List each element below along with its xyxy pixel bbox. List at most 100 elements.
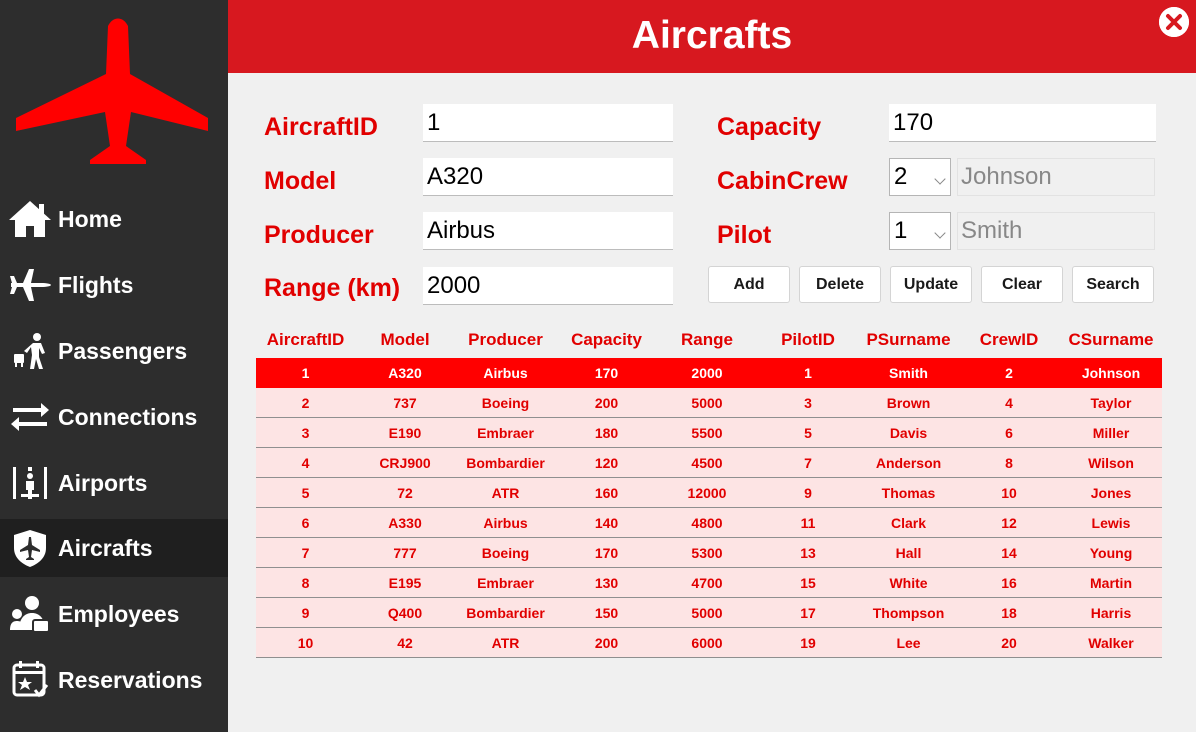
table-row[interactable]: 6 A330 Airbus 140 4800 11 Clark 12 Lewis	[256, 507, 1162, 538]
page-title: Aircrafts	[631, 14, 793, 57]
page-header: Aircrafts	[228, 0, 1196, 73]
table-cell: 1	[757, 358, 859, 388]
aircraft-shield-icon	[4, 527, 56, 569]
table-row[interactable]: 5 72 ATR 160 12000 9 Thomas 10 Jones	[256, 477, 1162, 508]
table-cell: Davis	[859, 417, 958, 448]
cabincrew-select-value: 2	[894, 163, 908, 190]
table-cell: Q400	[355, 597, 455, 628]
table-cell: Bombardier	[455, 447, 556, 478]
table-cell: 160	[556, 477, 657, 508]
table-cell: 7	[757, 447, 859, 478]
table-row[interactable]: 3 E190 Embraer 180 5500 5 Davis 6 Miller	[256, 417, 1162, 448]
cabincrew-select[interactable]: 2	[889, 158, 951, 196]
table-cell: 4	[256, 447, 355, 478]
table-cell: Lee	[859, 627, 958, 658]
table-cell: 9	[256, 597, 355, 628]
table-row[interactable]: 1 A320 Airbus 170 2000 1 Smith 2 Johnson	[256, 358, 1162, 388]
sidebar-item-label: Connections	[58, 403, 198, 430]
table-row[interactable]: 2 737 Boeing 200 5000 3 Brown 4 Taylor	[256, 387, 1162, 418]
table-cell: Brown	[859, 387, 958, 418]
model-input[interactable]	[423, 158, 673, 196]
producer-input[interactable]	[423, 212, 673, 250]
capacity-input[interactable]	[889, 104, 1156, 142]
table-cell: 42	[355, 627, 455, 658]
add-button[interactable]: Add	[708, 266, 790, 303]
table-row[interactable]: 8 E195 Embraer 130 4700 15 White 16 Martin	[256, 567, 1162, 598]
table-cell: 9	[757, 477, 859, 508]
table-cell: 16	[958, 567, 1060, 598]
range-label: Range (km)	[264, 274, 401, 302]
table-cell: 6000	[657, 627, 757, 658]
airplane-logo-icon	[16, 18, 208, 164]
pilot-select[interactable]: 1	[889, 212, 951, 250]
table-cell: 12000	[657, 477, 757, 508]
table-cell: 4700	[657, 567, 757, 598]
table-cell: ATR	[455, 627, 556, 658]
column-header[interactable]: Capacity	[556, 322, 657, 358]
pilot-select-value: 1	[894, 217, 908, 244]
table-cell: Thompson	[859, 597, 958, 628]
table-cell: 1	[256, 358, 355, 388]
range-input[interactable]	[423, 267, 673, 305]
close-button[interactable]	[1159, 7, 1189, 37]
sidebar-item-label: Home	[58, 205, 122, 232]
update-button[interactable]: Update	[890, 266, 972, 303]
sidebar-item-employees[interactable]: Employees	[0, 585, 228, 643]
column-header[interactable]: Range	[657, 322, 757, 358]
table-cell: Young	[1060, 537, 1162, 568]
sidebar-item-flights[interactable]: Flights	[0, 256, 228, 314]
table-cell: Anderson	[859, 447, 958, 478]
table-cell: Smith	[859, 358, 958, 388]
table-row[interactable]: 9 Q400 Bombardier 150 5000 17 Thompson 18 Harris	[256, 597, 1162, 628]
sidebar-item-passengers[interactable]: Passengers	[0, 322, 228, 380]
table-cell: 3	[256, 417, 355, 448]
producer-label: Producer	[264, 221, 374, 249]
search-button[interactable]: Search	[1072, 266, 1154, 303]
table-cell: Harris	[1060, 597, 1162, 628]
table-cell: 6	[958, 417, 1060, 448]
sidebar-item-home[interactable]: Home	[0, 190, 228, 248]
table-cell: 7	[256, 537, 355, 568]
table-cell: Miller	[1060, 417, 1162, 448]
column-header[interactable]: CrewID	[958, 322, 1060, 358]
table-cell: 17	[757, 597, 859, 628]
delete-button[interactable]: Delete	[799, 266, 881, 303]
sidebar-item-label: Employees	[58, 600, 180, 627]
table-header-row: AircraftID Model Producer Capacity Range…	[256, 322, 1162, 358]
pilot-name-field: Smith	[957, 212, 1155, 250]
table-cell: 13	[757, 537, 859, 568]
table-cell: CRJ900	[355, 447, 455, 478]
employees-icon	[4, 593, 56, 635]
table-cell: 5	[757, 417, 859, 448]
close-icon	[1159, 7, 1189, 37]
pilot-label: Pilot	[717, 221, 772, 249]
sidebar-item-connections[interactable]: Connections	[0, 388, 228, 446]
table-cell: Hall	[859, 537, 958, 568]
table-row[interactable]: 10 42 ATR 200 6000 19 Lee 20 Walker	[256, 627, 1162, 658]
table-cell: 18	[958, 597, 1060, 628]
column-header[interactable]: PSurname	[859, 322, 958, 358]
sidebar-item-label: Airports	[58, 469, 148, 496]
table-row[interactable]: 4 CRJ900 Bombardier 120 4500 7 Anderson 8 Wilson	[256, 447, 1162, 478]
aircraftid-label: AircraftID	[264, 113, 378, 141]
sidebar-item-reservations[interactable]: Reservations	[0, 651, 228, 709]
column-header[interactable]: AircraftID	[256, 322, 355, 358]
clear-button[interactable]: Clear	[981, 266, 1063, 303]
sidebar-item-airports[interactable]: Airports	[0, 454, 228, 512]
table-cell: 737	[355, 387, 455, 418]
sidebar-item-aircrafts[interactable]: Aircrafts	[0, 519, 228, 577]
table-cell: A320	[355, 358, 455, 388]
table-cell: Clark	[859, 507, 958, 538]
column-header[interactable]: Model	[355, 322, 455, 358]
chevron-down-icon	[934, 173, 946, 185]
table-cell: 8	[256, 567, 355, 598]
table-cell: Wilson	[1060, 447, 1162, 478]
table-row[interactable]: 7 777 Boeing 170 5300 13 Hall 14 Young	[256, 537, 1162, 568]
capacity-label: Capacity	[717, 113, 822, 141]
table-cell: 5000	[657, 597, 757, 628]
table-cell: Taylor	[1060, 387, 1162, 418]
column-header[interactable]: PilotID	[757, 322, 859, 358]
column-header[interactable]: CSurname	[1060, 322, 1162, 358]
aircraftid-input[interactable]	[423, 104, 673, 142]
column-header[interactable]: Producer	[455, 322, 556, 358]
